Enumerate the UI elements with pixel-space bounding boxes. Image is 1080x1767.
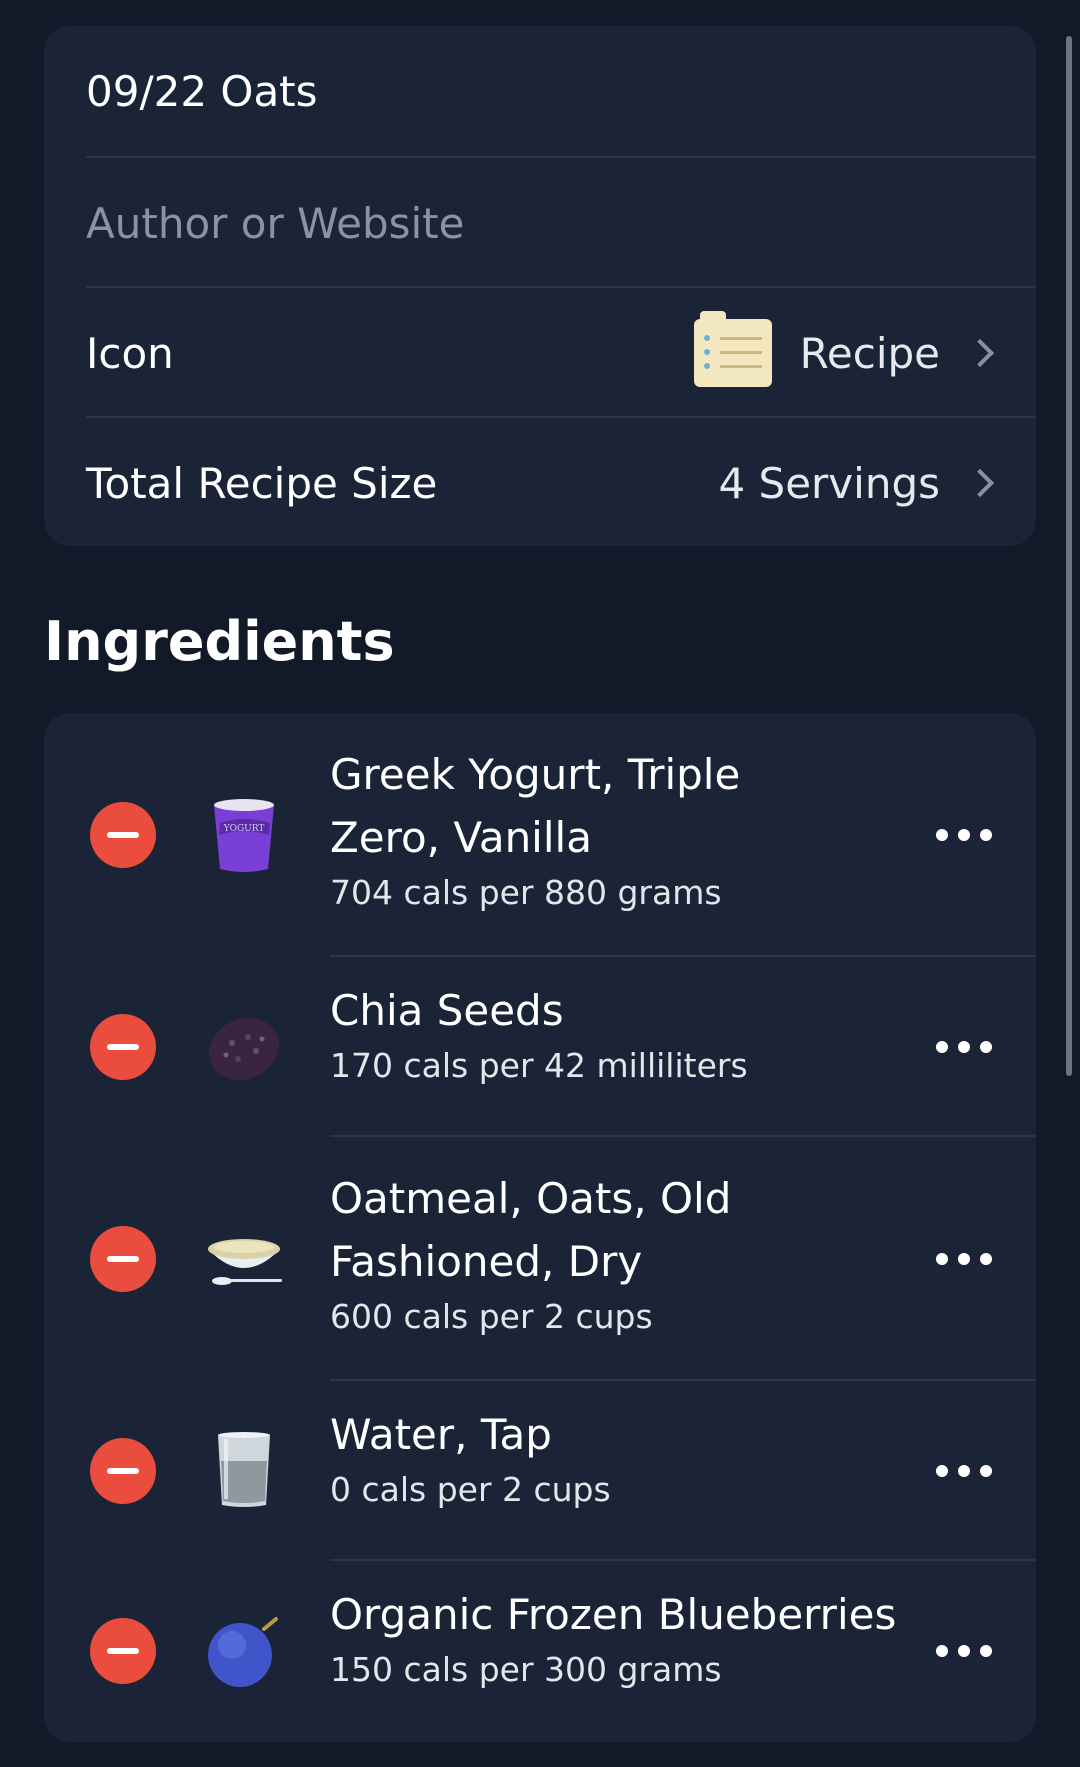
remove-ingredient-button[interactable] (90, 1226, 156, 1292)
ingredient-name: Water, Tap (330, 1410, 552, 1459)
ingredient-row[interactable]: Organic Frozen Blueberries 150 cals per … (44, 1561, 1036, 1742)
author-input[interactable] (86, 198, 966, 248)
author-row (86, 156, 1036, 288)
ingredient-name: Oatmeal, Oats, Old (330, 1174, 732, 1223)
icon-row[interactable]: Icon Recipe (86, 286, 1036, 418)
icon-row-label: Icon (86, 328, 174, 378)
recipe-size-value: 4 Servings (718, 458, 940, 508)
ingredient-row[interactable]: Water, Tap 0 cals per 2 cups (44, 1381, 1036, 1561)
more-options-button[interactable] (936, 1451, 992, 1491)
ingredient-detail: 600 cals per 2 cups (330, 1297, 653, 1336)
ingredient-detail: 170 cals per 42 milliliters (330, 1046, 748, 1085)
chevron-right-icon (965, 338, 995, 368)
ingredient-name: Chia Seeds (330, 986, 564, 1035)
ingredient-row[interactable]: YOGURT Greek Yogurt, Triple Zero, Vanill… (44, 713, 1036, 957)
ingredient-name: Greek Yogurt, Triple (330, 750, 741, 799)
ingredient-text: Organic Frozen Blueberries 150 cals per … (330, 1583, 930, 1694)
ingredient-detail: 704 cals per 880 grams (330, 873, 722, 912)
remove-ingredient-button[interactable] (90, 1618, 156, 1684)
recipe-size-row[interactable]: Total Recipe Size 4 Servings (86, 416, 1036, 546)
oatmeal-bowl-icon (208, 1239, 282, 1285)
ingredients-heading: Ingredients (44, 610, 395, 673)
ingredient-name-continued: Fashioned, Dry (330, 1237, 643, 1286)
ingredient-text: Water, Tap 0 cals per 2 cups (330, 1403, 890, 1514)
more-options-button[interactable] (936, 815, 992, 855)
water-glass-icon (218, 1432, 270, 1507)
svg-text:YOGURT: YOGURT (223, 824, 265, 834)
remove-ingredient-button[interactable] (90, 1438, 156, 1504)
chia-seeds-icon (208, 1017, 280, 1081)
more-options-button[interactable] (936, 1027, 992, 1067)
ingredients-list: YOGURT Greek Yogurt, Triple Zero, Vanill… (44, 713, 1036, 1742)
yogurt-cup-icon: YOGURT (214, 799, 274, 872)
ingredient-name-continued: Zero, Vanilla (330, 813, 592, 862)
more-options-button[interactable] (936, 1631, 992, 1671)
ingredient-text: Greek Yogurt, Triple Zero, Vanilla 704 c… (330, 743, 890, 917)
recipe-details-card: Icon Recipe Total Recipe Size 4 Servings (44, 26, 1036, 546)
recipe-size-label: Total Recipe Size (86, 458, 438, 508)
ingredient-detail: 0 cals per 2 cups (330, 1470, 611, 1509)
ingredient-text: Oatmeal, Oats, Old Fashioned, Dry 600 ca… (330, 1167, 890, 1341)
title-row (86, 26, 1036, 156)
remove-ingredient-button[interactable] (90, 1014, 156, 1080)
icon-value: Recipe (799, 328, 940, 378)
more-options-button[interactable] (936, 1239, 992, 1279)
icon-selector[interactable]: Recipe (693, 288, 996, 418)
scrollbar[interactable] (1066, 36, 1072, 1076)
recipe-notepad-icon (693, 311, 772, 387)
ingredient-row[interactable]: Oatmeal, Oats, Old Fashioned, Dry 600 ca… (44, 1137, 1036, 1381)
recipe-title-input[interactable] (86, 66, 966, 116)
recipe-size-selector[interactable]: 4 Servings (718, 418, 996, 546)
blueberry-icon (208, 1617, 278, 1687)
remove-ingredient-button[interactable] (90, 802, 156, 868)
ingredient-name: Organic Frozen Blueberries (330, 1590, 897, 1639)
ingredient-detail: 150 cals per 300 grams (330, 1650, 722, 1689)
chevron-right-icon (965, 468, 995, 498)
ingredient-row[interactable]: Chia Seeds 170 cals per 42 milliliters (44, 957, 1036, 1137)
recipe-editor-screen: Icon Recipe Total Recipe Size 4 Servings (0, 0, 1080, 1767)
ingredient-text: Chia Seeds 170 cals per 42 milliliters (330, 979, 890, 1090)
